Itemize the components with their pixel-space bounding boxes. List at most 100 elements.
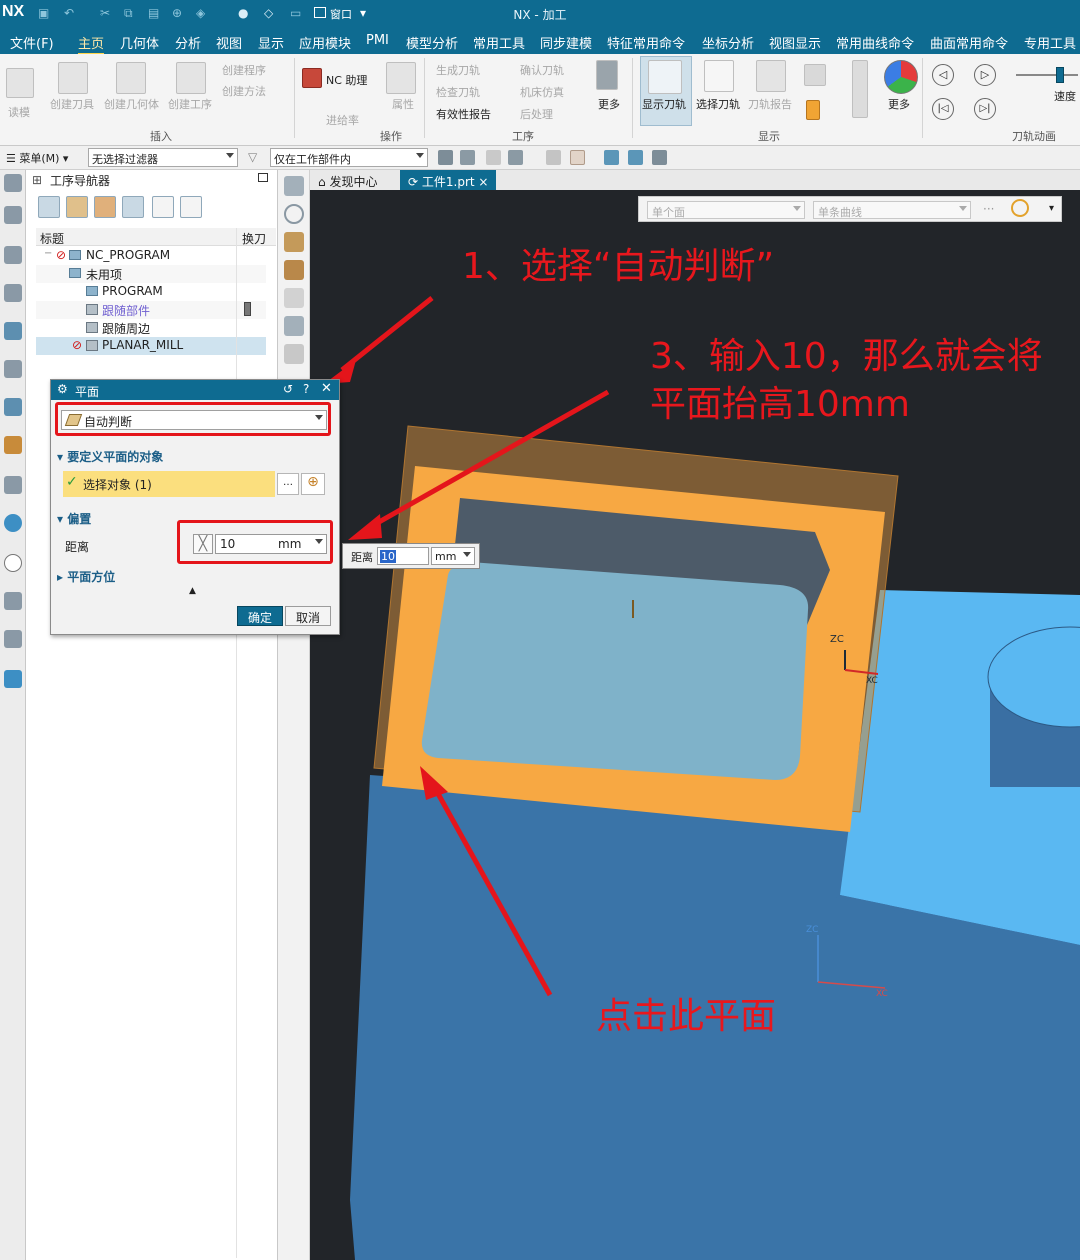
table-icon[interactable] xyxy=(4,322,22,340)
tree-row-follow-periphery[interactable]: 跟随周边 xyxy=(36,319,266,337)
more-process-icon[interactable] xyxy=(596,60,618,90)
hide-icon[interactable] xyxy=(652,150,667,165)
feed-rate-button[interactable]: 进给率 xyxy=(326,112,359,128)
eraser-icon[interactable]: ◇ xyxy=(264,6,273,20)
layers-icon[interactable] xyxy=(284,316,304,336)
collapse-icon[interactable]: − xyxy=(44,248,52,259)
layer-move-icon[interactable] xyxy=(852,60,868,118)
tools-icon[interactable] xyxy=(4,592,22,610)
tab-view[interactable]: 视图 xyxy=(216,33,242,52)
tab-curve-commands[interactable]: 常用曲线命令 xyxy=(836,33,914,52)
validity-report-button[interactable]: 有效性报告 xyxy=(436,106,491,122)
tab-surface-commands[interactable]: 曲面常用命令 xyxy=(930,33,1008,52)
create-program-button[interactable]: 创建程序 xyxy=(222,62,266,78)
cancel-button[interactable]: 取消 xyxy=(285,606,331,626)
speed-slider-handle[interactable] xyxy=(1056,67,1064,83)
display-option-icon[interactable] xyxy=(804,64,826,86)
column-name[interactable]: 标题 xyxy=(40,230,64,247)
tool-library-icon[interactable] xyxy=(4,360,22,378)
close-icon[interactable]: × xyxy=(478,175,488,189)
window-menu[interactable]: 窗口 xyxy=(330,6,352,22)
view-icon[interactable] xyxy=(628,150,643,165)
tab-discovery-center[interactable]: ⌂ 发现中心 xyxy=(310,170,385,190)
tab-geometry[interactable]: 几何体 xyxy=(120,33,159,52)
tree-row-program[interactable]: PROGRAM xyxy=(36,283,266,301)
snap-point-icon[interactable] xyxy=(438,150,453,165)
step-back-icon[interactable]: ◁ xyxy=(932,64,954,86)
machine-tool-view-icon[interactable] xyxy=(66,196,88,218)
tree-row-nc-program[interactable]: − ⊘ NC_PROGRAM xyxy=(36,247,266,265)
geometry-view-icon[interactable] xyxy=(94,196,116,218)
tree-row-follow-part[interactable]: 跟随部件 xyxy=(36,301,266,319)
settings-icon[interactable] xyxy=(4,174,22,192)
select-body-icon[interactable] xyxy=(486,150,501,165)
tab-special-tools[interactable]: 专用工具 xyxy=(1024,33,1076,52)
select-feature-icon[interactable] xyxy=(460,150,475,165)
properties-icon[interactable] xyxy=(386,62,416,94)
ok-button[interactable]: 确定 xyxy=(237,606,283,626)
create-operation-button[interactable]: 创建工序 xyxy=(168,96,212,112)
check-toolpath-button[interactable]: 检查刀轨 xyxy=(436,84,480,100)
copy-icon[interactable]: ⧉ xyxy=(124,6,133,21)
measure-icon[interactable] xyxy=(284,232,304,252)
speed-slider-track[interactable] xyxy=(1016,74,1078,76)
machining-method-view-icon[interactable] xyxy=(122,196,144,218)
rotate-icon[interactable] xyxy=(284,204,304,224)
paste-icon[interactable]: ▤ xyxy=(148,6,159,20)
machine-icon[interactable] xyxy=(4,246,22,264)
tab-pmi[interactable]: PMI xyxy=(366,33,389,48)
pocket-floor[interactable] xyxy=(421,562,809,780)
touch-mode-icon[interactable]: ◈ xyxy=(196,6,205,20)
create-method-button[interactable]: 创建方法 xyxy=(222,83,266,99)
undo-icon[interactable]: ↶ xyxy=(64,6,74,20)
reset-icon[interactable]: ↺ xyxy=(283,382,293,396)
select-toolpath-button[interactable]: 选择刀轨 xyxy=(696,96,740,112)
nc-assistant-button[interactable]: NC 助理 xyxy=(326,72,367,88)
postprocess-button[interactable]: 后处理 xyxy=(520,106,553,122)
rewind-icon[interactable]: |◁ xyxy=(932,98,954,120)
tab-sync-modeling[interactable]: 同步建模 xyxy=(540,33,592,52)
part-icon[interactable] xyxy=(570,150,585,165)
snap-target-icon[interactable] xyxy=(1011,199,1029,217)
create-geometry-button[interactable]: 创建几何体 xyxy=(104,96,159,112)
repeat-icon[interactable]: ⊕ xyxy=(172,6,182,20)
read-model-button[interactable]: 读模 xyxy=(8,104,30,120)
filter-icon[interactable]: ▽ xyxy=(248,150,257,164)
select-object-row[interactable]: ✓ 选择对象 (1) xyxy=(63,471,275,497)
play-icon[interactable]: ▷ xyxy=(974,64,996,86)
tool-display-icon[interactable] xyxy=(806,100,820,120)
save-icon[interactable]: ▣ xyxy=(38,6,49,20)
tab-analysis[interactable]: 分析 xyxy=(175,33,201,52)
tree-row-planar-mill[interactable]: ⊘ PLANAR_MILL xyxy=(36,337,266,355)
chevron-up-icon[interactable]: ▲ xyxy=(189,586,196,596)
menu-button[interactable]: ☰ 菜单(M) ▾ xyxy=(6,150,68,166)
more-display-button[interactable]: 更多 xyxy=(888,96,910,112)
tree-row-unused-items[interactable]: 未用项 xyxy=(36,265,266,283)
cube-icon[interactable] xyxy=(4,206,22,224)
onscreen-unit-dropdown[interactable]: mm xyxy=(431,547,475,565)
face-rule-dropdown[interactable]: 单个面 xyxy=(647,201,805,219)
operation-navigator-icon[interactable] xyxy=(4,284,22,302)
nc-assistant-icon[interactable] xyxy=(302,68,322,88)
maximize-icon[interactable] xyxy=(258,173,268,182)
tab-part-file[interactable]: ⟳ 工件1.prt × xyxy=(400,170,497,190)
tab-feature-commands[interactable]: 特征常用命令 xyxy=(607,33,685,52)
fit-icon[interactable] xyxy=(284,176,304,196)
section-objects[interactable]: ▾ 要定义平面的对象 xyxy=(57,448,335,465)
nx-icon[interactable] xyxy=(4,670,22,688)
mcs-icon[interactable] xyxy=(604,150,619,165)
add-icon[interactable] xyxy=(284,288,304,308)
program-order-view-icon[interactable] xyxy=(38,196,60,218)
new-item-icon[interactable] xyxy=(152,196,174,218)
assembly-icon[interactable] xyxy=(4,436,22,454)
globe-icon[interactable] xyxy=(4,514,22,532)
help-icon[interactable]: ? xyxy=(303,382,309,396)
read-model-icon[interactable] xyxy=(6,68,34,98)
palette-icon[interactable] xyxy=(4,630,22,648)
column-tool-change[interactable]: 换刀 xyxy=(242,230,266,247)
switch-window-icon[interactable]: ▭ xyxy=(290,6,301,20)
part-view-icon[interactable] xyxy=(4,476,22,494)
delete-item-icon[interactable] xyxy=(180,196,202,218)
tab-model-analysis[interactable]: 模型分析 xyxy=(406,33,458,52)
show-toolpath-button[interactable]: 显示刀轨 xyxy=(642,96,686,112)
